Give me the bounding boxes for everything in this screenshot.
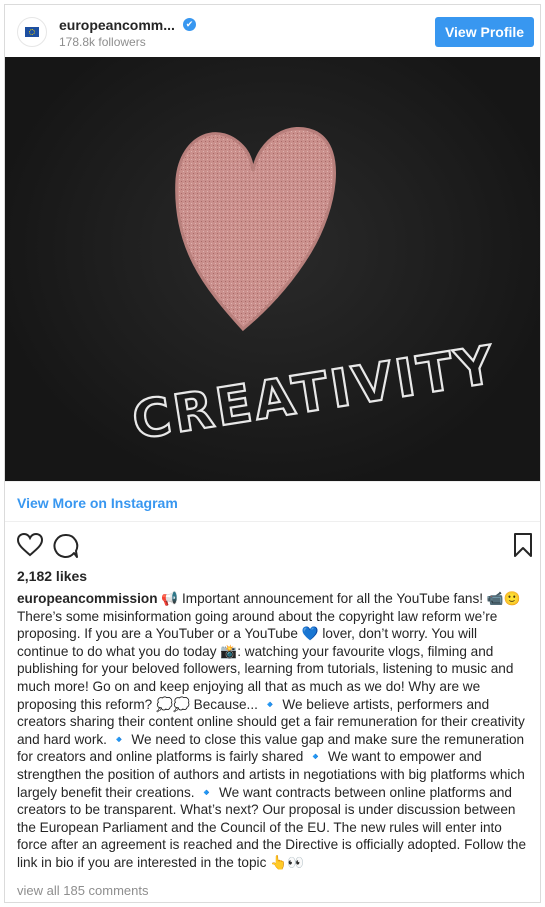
heart-outline-icon[interactable]	[17, 533, 43, 557]
chalk-text: CREATIVITY	[128, 335, 500, 452]
caption-username[interactable]: europeancommission	[17, 591, 158, 606]
chalk-heart-image: CREATIVITY	[127, 127, 502, 453]
avatar[interactable]	[17, 17, 47, 47]
divider	[5, 481, 540, 482]
instagram-embed-card: europeancomm... ✔ 178.8k followers View …	[4, 4, 541, 903]
followers-count: 178.8k followers	[59, 35, 146, 49]
eu-flag-icon	[25, 27, 39, 37]
divider	[5, 521, 540, 522]
likes-count: 2,182 likes	[17, 568, 88, 584]
comment-bubble-icon[interactable]	[53, 533, 79, 559]
view-all-comments-link[interactable]: view all 185 comments	[17, 883, 149, 898]
view-profile-button[interactable]: View Profile	[435, 17, 534, 47]
username[interactable]: europeancomm...	[59, 17, 175, 33]
bookmark-icon[interactable]	[514, 533, 532, 557]
view-more-link[interactable]: View More on Instagram	[17, 495, 178, 511]
post-photo[interactable]: CREATIVITY	[5, 57, 540, 481]
heart-drawing	[175, 127, 336, 332]
post-caption: europeancommission 📢 Important announcem…	[17, 590, 529, 872]
caption-text: 📢 Important announcement for all the You…	[17, 591, 527, 870]
verified-badge-icon: ✔	[183, 18, 196, 31]
post-header: europeancomm... ✔ 178.8k followers View …	[5, 5, 540, 57]
